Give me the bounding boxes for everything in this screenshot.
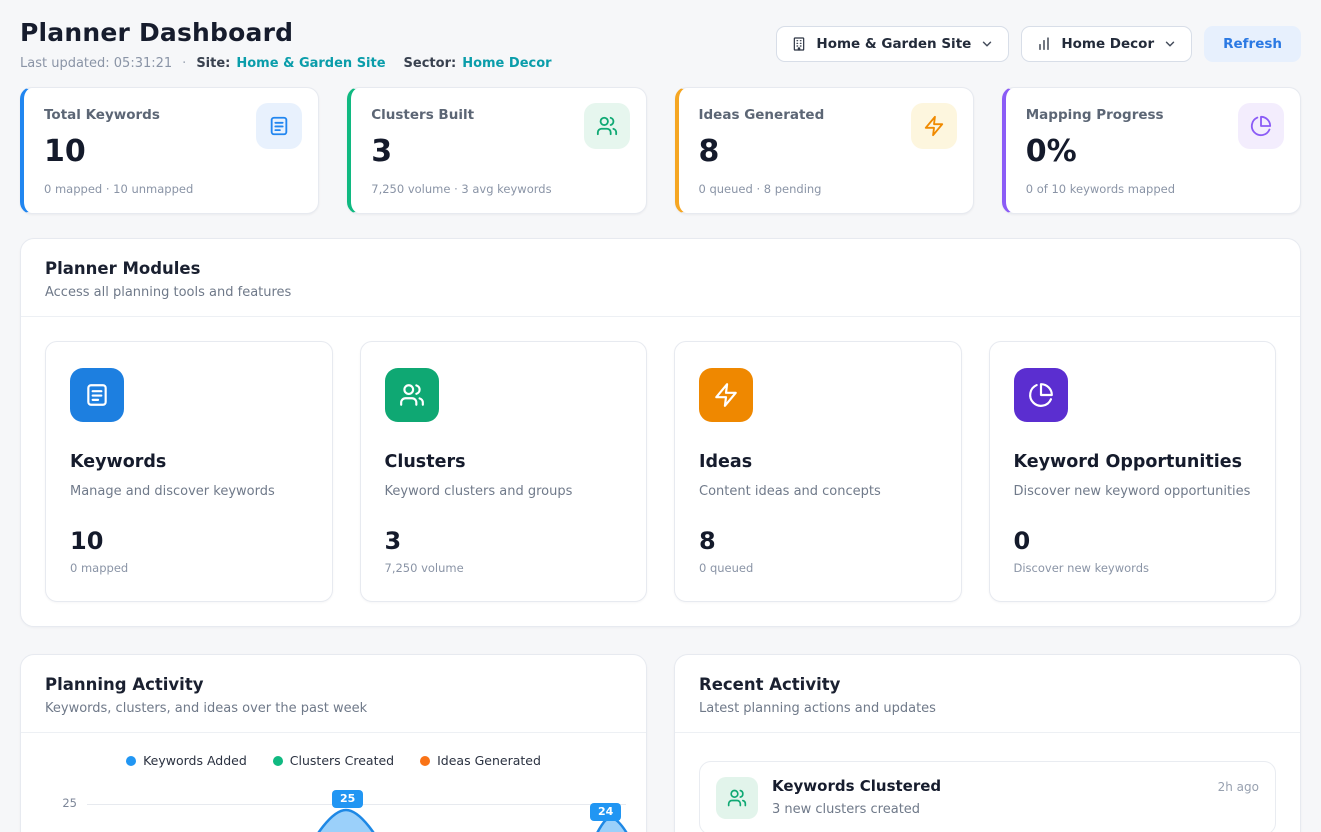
users-icon bbox=[385, 368, 439, 422]
module-title: Clusters bbox=[385, 452, 623, 472]
module-value: 3 bbox=[385, 527, 623, 555]
site-link[interactable]: Home & Garden Site bbox=[236, 56, 385, 71]
page-meta: Last updated: 05:31:21 · Site: Home & Ga… bbox=[20, 56, 552, 71]
stat-card-clusters-built: Clusters Built 3 7,250 volume · 3 avg ke… bbox=[347, 87, 646, 214]
planning-activity-chart: 25 25 24 bbox=[41, 780, 626, 832]
stat-sub: 0 queued · 8 pending bbox=[699, 182, 953, 196]
planning-activity-header: Planning Activity Keywords, clusters, an… bbox=[21, 655, 646, 733]
activity-item-description: 3 new clusters created bbox=[772, 802, 1259, 817]
page-title: Planner Dashboard bbox=[20, 18, 552, 47]
data-point-label: 24 bbox=[590, 803, 621, 821]
module-title: Ideas bbox=[699, 452, 937, 472]
pie-chart-icon bbox=[1014, 368, 1068, 422]
stat-card-total-keywords: Total Keywords 10 0 mapped · 10 unmapped bbox=[20, 87, 319, 214]
legend-label: Clusters Created bbox=[290, 753, 394, 768]
planning-activity-subtitle: Keywords, clusters, and ideas over the p… bbox=[45, 701, 622, 716]
legend-item-clusters-created: Clusters Created bbox=[273, 753, 394, 768]
building-icon bbox=[791, 36, 807, 52]
site-label: Site: bbox=[196, 56, 230, 71]
planner-dashboard-page: Planner Dashboard Last updated: 05:31:21… bbox=[0, 0, 1321, 832]
planning-activity-panel: Planning Activity Keywords, clusters, an… bbox=[20, 654, 647, 832]
module-sub: Discover new keywords bbox=[1014, 561, 1252, 575]
bar-chart-icon bbox=[1036, 36, 1052, 52]
module-card-keywords[interactable]: Keywords Manage and discover keywords 10… bbox=[45, 341, 333, 602]
module-value: 8 bbox=[699, 527, 937, 555]
module-sub: 7,250 volume bbox=[385, 561, 623, 575]
users-icon bbox=[584, 103, 630, 149]
legend-item-keywords-added: Keywords Added bbox=[126, 753, 247, 768]
data-point-label: 25 bbox=[332, 790, 363, 808]
lightning-icon bbox=[911, 103, 957, 149]
module-description: Keyword clusters and groups bbox=[385, 484, 623, 499]
stats-row: Total Keywords 10 0 mapped · 10 unmapped… bbox=[20, 87, 1301, 214]
planner-modules-panel: Planner Modules Access all planning tool… bbox=[20, 238, 1301, 627]
legend-label: Ideas Generated bbox=[437, 753, 541, 768]
lightning-icon bbox=[699, 368, 753, 422]
module-card-ideas[interactable]: Ideas Content ideas and concepts 8 0 que… bbox=[674, 341, 962, 602]
stat-card-mapping-progress: Mapping Progress 0% 0 of 10 keywords map… bbox=[1002, 87, 1301, 214]
module-card-keyword-opportunities[interactable]: Keyword Opportunities Discover new keywo… bbox=[989, 341, 1277, 602]
modules-title: Planner Modules bbox=[45, 259, 1276, 278]
module-value: 10 bbox=[70, 527, 308, 555]
bottom-row: Planning Activity Keywords, clusters, an… bbox=[20, 654, 1301, 832]
activity-item-title: Keywords Clustered bbox=[772, 777, 941, 795]
legend-label: Keywords Added bbox=[143, 753, 247, 768]
modules-header: Planner Modules Access all planning tool… bbox=[21, 239, 1300, 317]
sector-link[interactable]: Home Decor bbox=[462, 56, 551, 71]
document-icon bbox=[256, 103, 302, 149]
planning-activity-title: Planning Activity bbox=[45, 675, 622, 694]
module-title: Keywords bbox=[70, 452, 308, 472]
chevron-down-icon bbox=[1163, 37, 1177, 51]
chart-legend: Keywords Added Clusters Created Ideas Ge… bbox=[21, 753, 646, 768]
users-icon bbox=[716, 777, 758, 819]
meta-separator: · bbox=[182, 56, 186, 71]
modules-subtitle: Access all planning tools and features bbox=[45, 285, 1276, 300]
legend-item-ideas-generated: Ideas Generated bbox=[420, 753, 541, 768]
page-header: Planner Dashboard Last updated: 05:31:21… bbox=[20, 18, 1301, 71]
legend-dot-icon bbox=[273, 756, 283, 766]
module-description: Manage and discover keywords bbox=[70, 484, 308, 499]
site-selector-dropdown[interactable]: Home & Garden Site bbox=[776, 26, 1009, 62]
legend-dot-icon bbox=[420, 756, 430, 766]
site-selector-value: Home & Garden Site bbox=[816, 36, 971, 52]
pie-chart-icon bbox=[1238, 103, 1284, 149]
activity-item-time: 2h ago bbox=[1218, 780, 1259, 794]
stat-card-ideas-generated: Ideas Generated 8 0 queued · 8 pending bbox=[675, 87, 974, 214]
module-description: Discover new keyword opportunities bbox=[1014, 484, 1252, 499]
activity-list-item: Keywords Clustered 2h ago 3 new clusters… bbox=[699, 761, 1276, 832]
header-controls: Home & Garden Site Home Decor Refresh bbox=[776, 18, 1301, 62]
sector-label: Sector: bbox=[404, 56, 457, 71]
activity-item-body: Keywords Clustered 2h ago 3 new clusters… bbox=[772, 777, 1259, 817]
last-updated-text: Last updated: 05:31:21 bbox=[20, 56, 172, 71]
chevron-down-icon bbox=[980, 37, 994, 51]
stat-sub: 0 of 10 keywords mapped bbox=[1026, 182, 1280, 196]
recent-activity-subtitle: Latest planning actions and updates bbox=[699, 701, 1276, 716]
legend-dot-icon bbox=[126, 756, 136, 766]
recent-activity-title: Recent Activity bbox=[699, 675, 1276, 694]
y-axis-tick: 25 bbox=[53, 796, 77, 810]
recent-activity-header: Recent Activity Latest planning actions … bbox=[675, 655, 1300, 733]
stat-sub: 0 mapped · 10 unmapped bbox=[44, 182, 298, 196]
refresh-button[interactable]: Refresh bbox=[1204, 26, 1301, 62]
module-description: Content ideas and concepts bbox=[699, 484, 937, 499]
header-title-block: Planner Dashboard Last updated: 05:31:21… bbox=[20, 18, 552, 71]
document-icon bbox=[70, 368, 124, 422]
module-title: Keyword Opportunities bbox=[1014, 452, 1252, 472]
modules-grid: Keywords Manage and discover keywords 10… bbox=[21, 317, 1300, 626]
module-sub: 0 mapped bbox=[70, 561, 308, 575]
sector-selector-value: Home Decor bbox=[1061, 36, 1154, 52]
sector-selector-dropdown[interactable]: Home Decor bbox=[1021, 26, 1192, 62]
module-card-clusters[interactable]: Clusters Keyword clusters and groups 3 7… bbox=[360, 341, 648, 602]
module-sub: 0 queued bbox=[699, 561, 937, 575]
recent-activity-panel: Recent Activity Latest planning actions … bbox=[674, 654, 1301, 832]
stat-sub: 7,250 volume · 3 avg keywords bbox=[371, 182, 625, 196]
module-value: 0 bbox=[1014, 527, 1252, 555]
